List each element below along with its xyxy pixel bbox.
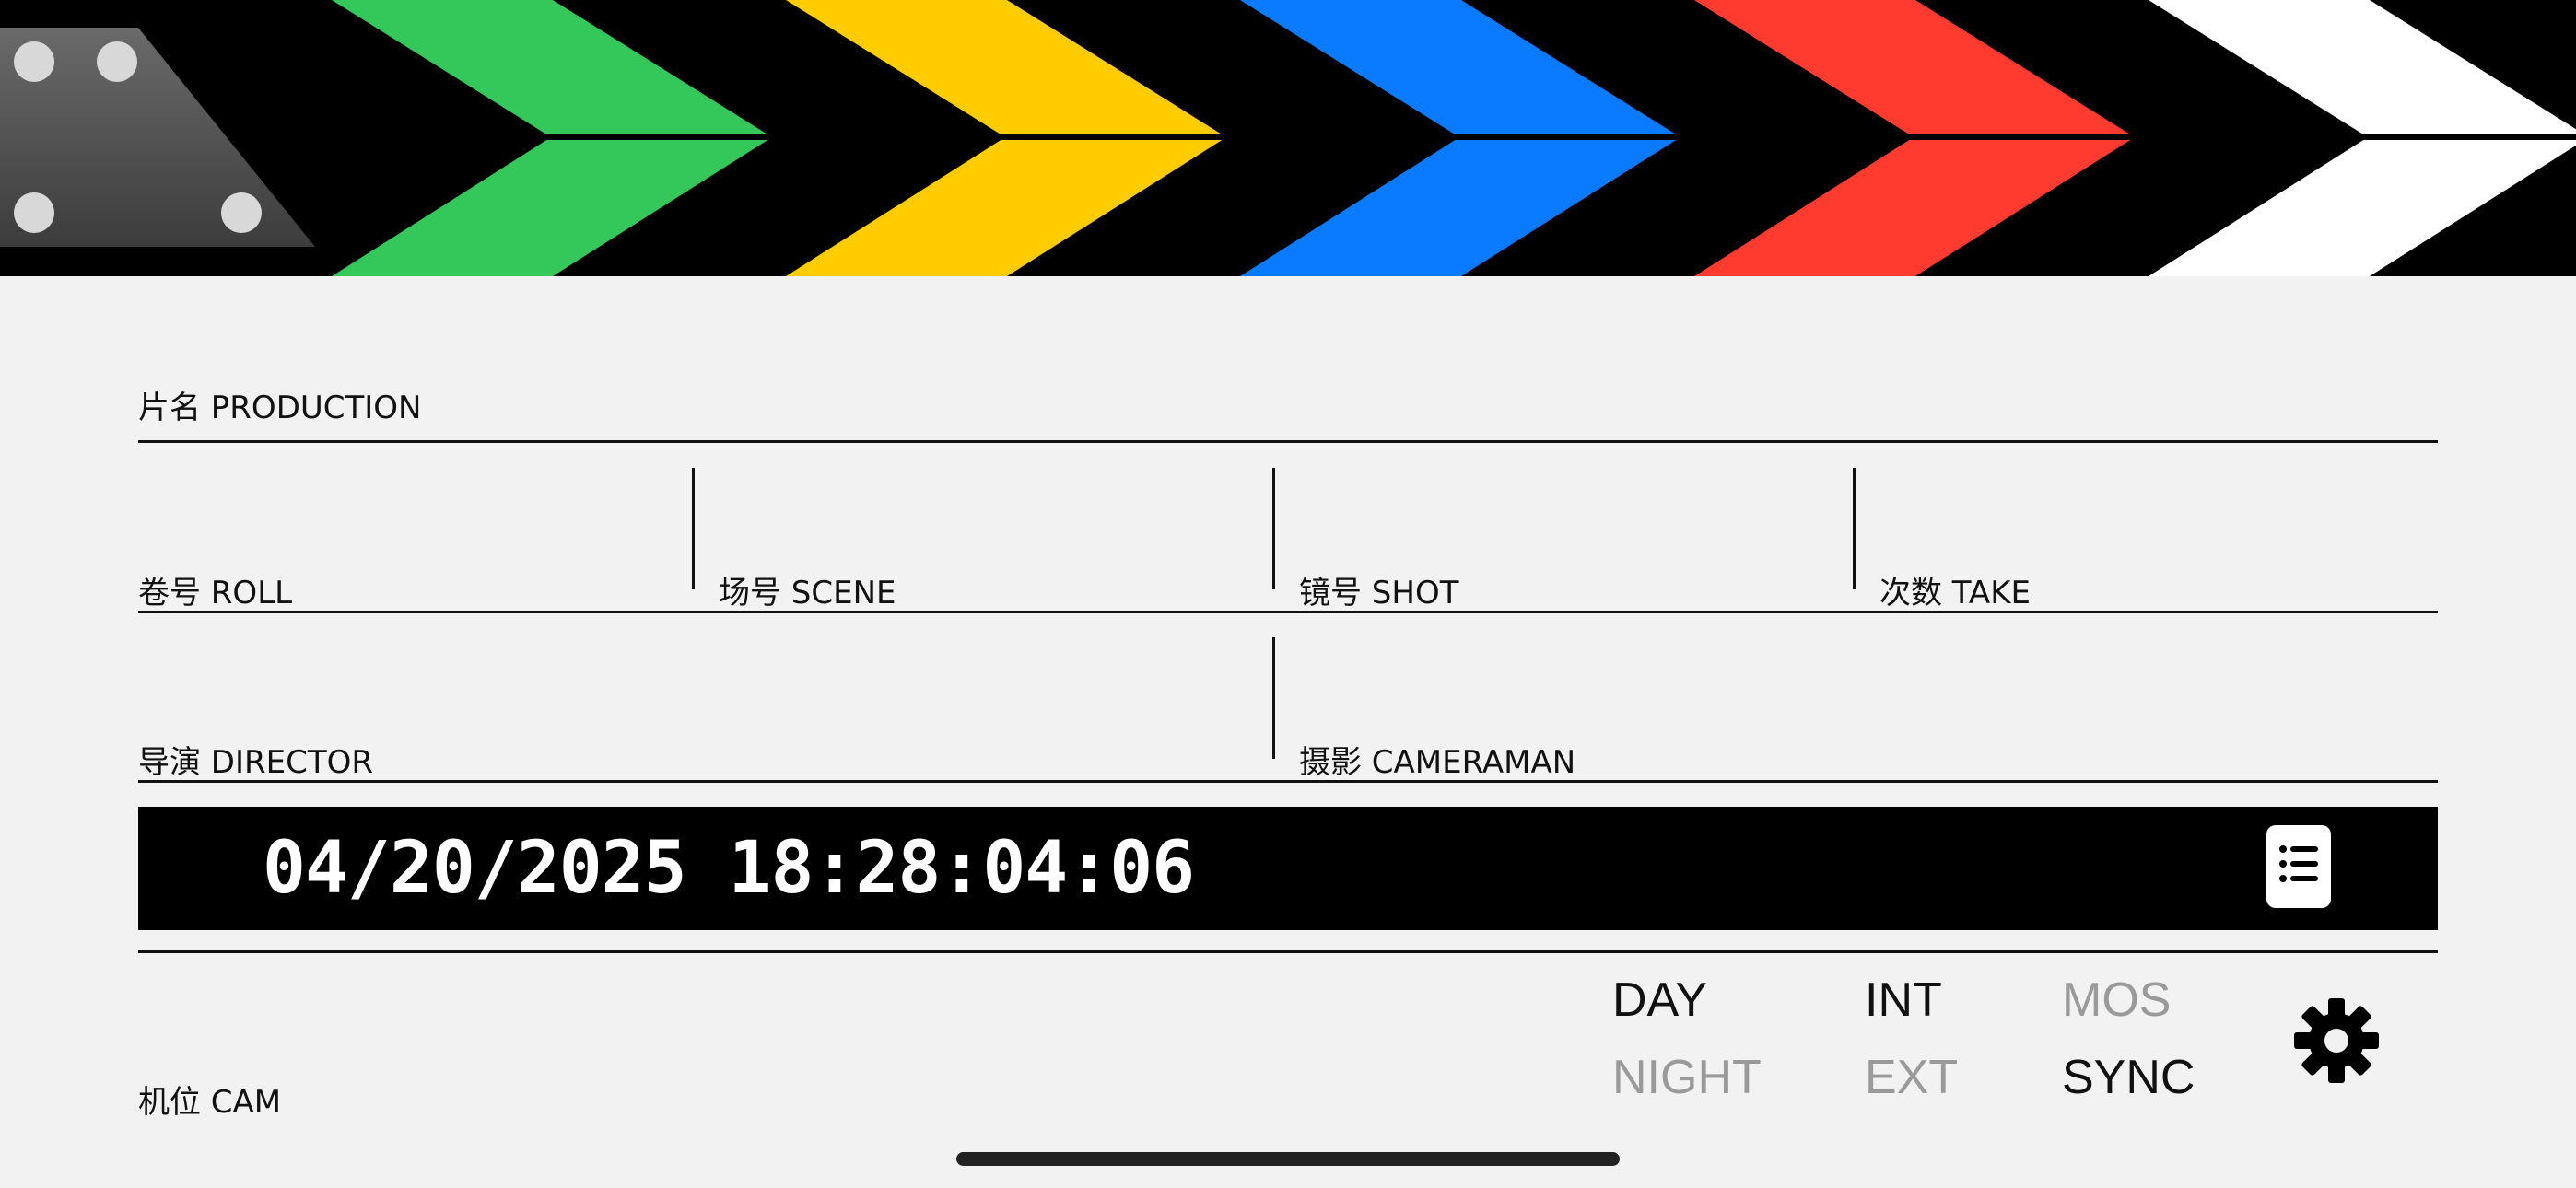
cam-label: 机位 CAM <box>138 1084 282 1121</box>
day-toggle[interactable]: DAY <box>1612 976 1707 1024</box>
column-divider <box>692 468 695 589</box>
hinge-rivet <box>221 192 262 233</box>
roll-label: 卷号 ROLL <box>138 575 293 611</box>
clapper-stick-graphic <box>0 0 2576 276</box>
clapper-stripe-seam <box>996 134 1235 140</box>
divider-line <box>138 440 2438 443</box>
divider-line <box>138 780 2438 783</box>
timecode-display[interactable]: 04/20/2025 18:28:04:06 <box>263 832 1195 905</box>
list-icon <box>2279 845 2318 882</box>
cameraman-label: 摄影 CAMERAMAN <box>1299 744 1576 781</box>
list-button[interactable] <box>2266 825 2331 908</box>
hinge-rivet <box>14 192 54 233</box>
column-divider <box>1272 468 1275 589</box>
int-toggle[interactable]: INT <box>1865 976 1942 1024</box>
mos-toggle[interactable]: MOS <box>2062 976 2171 1024</box>
hinge-rivet <box>97 41 137 82</box>
clapper-stripe-seam <box>1904 134 2144 140</box>
ext-toggle[interactable]: EXT <box>1865 1054 1958 1101</box>
clapper-stripe-seam <box>1450 134 1690 140</box>
clapperboard-screen: 片名 PRODUCTION 卷号 ROLL 场号 SCENE 镜号 SHOT 次… <box>0 0 2576 1188</box>
production-field[interactable] <box>138 313 2438 442</box>
take-label: 次数 TAKE <box>1879 575 2031 611</box>
home-indicator <box>956 1152 1620 1166</box>
column-divider <box>1272 637 1275 759</box>
clapper-stripe-seam <box>542 134 781 140</box>
divider-line <box>138 950 2438 953</box>
night-toggle[interactable]: NIGHT <box>1612 1054 1762 1101</box>
sync-toggle[interactable]: SYNC <box>2062 1054 2195 1101</box>
clapper-stick[interactable] <box>0 0 2576 276</box>
shot-label: 镜号 SHOT <box>1299 575 1459 611</box>
director-label: 导演 DIRECTOR <box>138 744 374 781</box>
scene-label: 场号 SCENE <box>719 575 896 611</box>
gear-icon <box>2294 998 2379 1083</box>
settings-button[interactable] <box>2292 996 2381 1085</box>
divider-line <box>138 611 2438 613</box>
column-divider <box>1853 468 1856 589</box>
timecode-bar: 04/20/2025 18:28:04:06 <box>138 807 2438 930</box>
cam-field[interactable] <box>138 962 1520 1128</box>
clapper-stripe-seam <box>2359 134 2576 140</box>
hinge-rivet <box>14 41 54 82</box>
